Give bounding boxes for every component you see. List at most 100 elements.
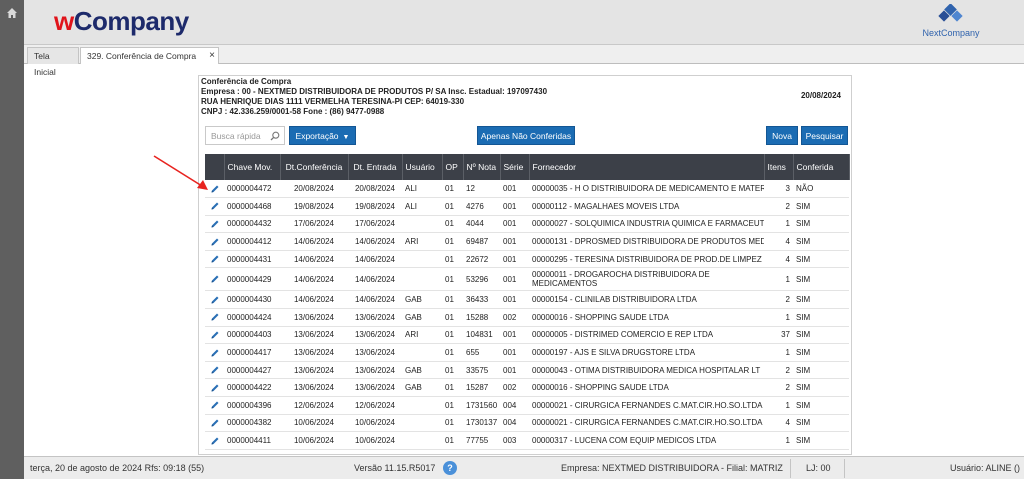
cell-itens: 3 xyxy=(764,180,793,199)
table-row[interactable]: 0000004382 10/06/2024 10/06/2024 01 1730137 0… xyxy=(205,414,849,433)
cell-itens: 2 xyxy=(764,197,793,216)
cell-dt-entrada: 19/08/2024 xyxy=(348,197,402,216)
cell-serie: 004 xyxy=(500,396,529,415)
cell-fornecedor: 00000131 - DPROSMED DISTRIBUIDORA DE PRO… xyxy=(529,232,764,251)
pencil-icon[interactable] xyxy=(210,365,220,375)
col-dt-entrada[interactable]: Dt. Entrada xyxy=(348,154,403,180)
cell-usuario: ARI xyxy=(402,326,442,345)
cell-dt-entrada: 14/06/2024 xyxy=(348,290,402,310)
col-chave-mov[interactable]: Chave Mov. xyxy=(224,154,281,180)
col-op[interactable]: OP xyxy=(442,154,464,180)
cell-serie: 001 xyxy=(500,232,529,251)
cell-itens: 4 xyxy=(764,414,793,433)
table-row[interactable]: 0000004411 10/06/2024 10/06/2024 01 77755 003… xyxy=(205,431,849,450)
table-row[interactable]: 0000004417 13/06/2024 13/06/2024 01 655 001 00… xyxy=(205,343,849,362)
pesquisar-button[interactable]: Pesquisar xyxy=(801,126,848,145)
cell-fornecedor: 00000016 - SHOPPING SAUDE LTDA xyxy=(529,378,764,398)
edit-cell xyxy=(205,290,224,310)
cell-dt-entrada: 13/06/2024 xyxy=(348,361,402,380)
cell-dt-entrada: 10/06/2024 xyxy=(348,431,402,450)
pencil-icon[interactable] xyxy=(210,312,220,322)
table-row[interactable]: 0000004472 20/08/2024 20/08/2024 ALI 01 12 001… xyxy=(205,180,849,199)
table-row[interactable]: 0000004396 12/06/2024 12/06/2024 01 1731560 0… xyxy=(205,396,849,415)
pencil-icon[interactable] xyxy=(210,274,220,284)
nova-button[interactable]: Nova xyxy=(766,126,798,145)
conferencia-table: Chave Mov. Dt.Conferência Dt. Entrada Us… xyxy=(205,154,850,450)
cell-op: 01 xyxy=(442,396,463,415)
edit-cell xyxy=(205,343,224,362)
cell-usuario: GAB xyxy=(402,378,442,398)
pencil-icon[interactable] xyxy=(210,201,220,211)
col-usuario[interactable]: Usuário xyxy=(402,154,443,180)
table-row[interactable]: 0000004422 13/06/2024 13/06/2024 GAB 01 15287… xyxy=(205,378,849,398)
cell-chave-mov: 0000004429 xyxy=(224,267,280,292)
edit-cell xyxy=(205,232,224,251)
cell-fornecedor: 00000027 - SOLQUIMICA INDUSTRIA QUIMICA … xyxy=(529,215,764,234)
pencil-icon[interactable] xyxy=(210,237,220,247)
cell-dt-conferencia: 19/08/2024 xyxy=(280,197,348,216)
table-row[interactable]: 0000004424 13/06/2024 13/06/2024 GAB 01 15288… xyxy=(205,308,849,327)
cell-numero-nota: 15287 xyxy=(463,378,500,398)
cell-conferida: SIM xyxy=(793,431,849,450)
cell-numero-nota: 36433 xyxy=(463,290,500,310)
col-serie[interactable]: Série xyxy=(500,154,530,180)
cell-op: 01 xyxy=(442,267,463,292)
pencil-icon[interactable] xyxy=(210,330,220,340)
col-numero-nota[interactable]: Nº Nota xyxy=(463,154,501,180)
cell-dt-entrada: 13/06/2024 xyxy=(348,326,402,345)
export-dropdown-button[interactable]: Exportação ▼ xyxy=(289,126,356,145)
cell-conferida: SIM xyxy=(793,308,849,327)
home-icon[interactable] xyxy=(6,7,18,19)
pencil-icon[interactable] xyxy=(210,219,220,229)
help-icon[interactable]: ? xyxy=(443,461,457,475)
cell-dt-entrada: 14/06/2024 xyxy=(348,232,402,251)
search-icon[interactable] xyxy=(270,131,280,141)
pencil-icon[interactable] xyxy=(210,436,220,446)
cell-dt-conferencia: 12/06/2024 xyxy=(280,396,348,415)
status-bar: terça, 20 de agosto de 2024 Rfs: 09:18 (… xyxy=(24,456,1024,479)
cell-usuario xyxy=(402,431,442,450)
cell-dt-entrada: 14/06/2024 xyxy=(348,267,402,292)
status-usuario: Usuário: ALINE () xyxy=(949,463,1020,473)
pencil-icon[interactable] xyxy=(210,348,220,358)
table-row[interactable]: 0000004468 19/08/2024 19/08/2024 ALI 01 4276 0… xyxy=(205,197,849,216)
cell-usuario: GAB xyxy=(402,308,442,327)
cell-conferida: SIM xyxy=(793,414,849,433)
tab-conferencia-compra[interactable]: 329. Conferência de Compra × xyxy=(80,47,219,64)
pencil-icon[interactable] xyxy=(210,254,220,264)
table-row[interactable]: 0000004432 17/06/2024 17/06/2024 01 4044 001 0… xyxy=(205,215,849,234)
col-itens[interactable]: Itens xyxy=(764,154,794,180)
col-dt-conferencia[interactable]: Dt.Conferência xyxy=(280,154,349,180)
cell-itens: 2 xyxy=(764,290,793,310)
tab-tela-inicial[interactable]: Tela Inicial xyxy=(27,47,79,77)
cell-fornecedor: 00000154 - CLINILAB DISTRIBUIDORA LTDA xyxy=(529,290,764,310)
cell-dt-entrada: 13/06/2024 xyxy=(348,343,402,362)
cell-chave-mov: 0000004403 xyxy=(224,326,280,345)
pencil-icon[interactable] xyxy=(210,400,220,410)
pencil-icon[interactable] xyxy=(210,383,220,393)
edit-cell xyxy=(205,431,224,450)
app-header: wCompany NextCompany xyxy=(24,0,1024,45)
pencil-icon[interactable] xyxy=(210,295,220,305)
col-conferida[interactable]: Conferida xyxy=(793,154,850,180)
cell-fornecedor: 00000295 - TERESINA DISTRIBUIDORA DE PRO… xyxy=(529,250,764,269)
cell-dt-entrada: 17/06/2024 xyxy=(348,215,402,234)
cell-op: 01 xyxy=(442,414,463,433)
table-row[interactable]: 0000004427 13/06/2024 13/06/2024 GAB 01 33575… xyxy=(205,361,849,380)
cell-conferida: SIM xyxy=(793,396,849,415)
table-row[interactable]: 0000004430 14/06/2024 14/06/2024 GAB 01 36433… xyxy=(205,290,849,310)
close-icon[interactable]: × xyxy=(209,48,215,64)
table-row[interactable]: 0000004403 13/06/2024 13/06/2024 ARI 01 10483… xyxy=(205,326,849,345)
cell-fornecedor: 00000043 - OTIMA DISTRIBUIDORA MEDICA HO… xyxy=(529,361,764,380)
cell-itens: 2 xyxy=(764,378,793,398)
table-row[interactable]: 0000004412 14/06/2024 14/06/2024 ARI 01 69487… xyxy=(205,232,849,251)
apenas-nao-conferidas-button[interactable]: Apenas Não Conferidas xyxy=(477,126,575,145)
cell-conferida: SIM xyxy=(793,343,849,362)
pencil-icon[interactable] xyxy=(210,418,220,428)
table-row[interactable]: 0000004431 14/06/2024 14/06/2024 01 22672 001… xyxy=(205,250,849,269)
table-row[interactable]: 0000004429 14/06/2024 14/06/2024 01 53296 001… xyxy=(205,267,849,292)
cell-serie: 002 xyxy=(500,378,529,398)
cell-dt-entrada: 13/06/2024 xyxy=(348,378,402,398)
col-fornecedor[interactable]: Fornecedor xyxy=(529,154,765,180)
search-input[interactable] xyxy=(206,127,266,144)
